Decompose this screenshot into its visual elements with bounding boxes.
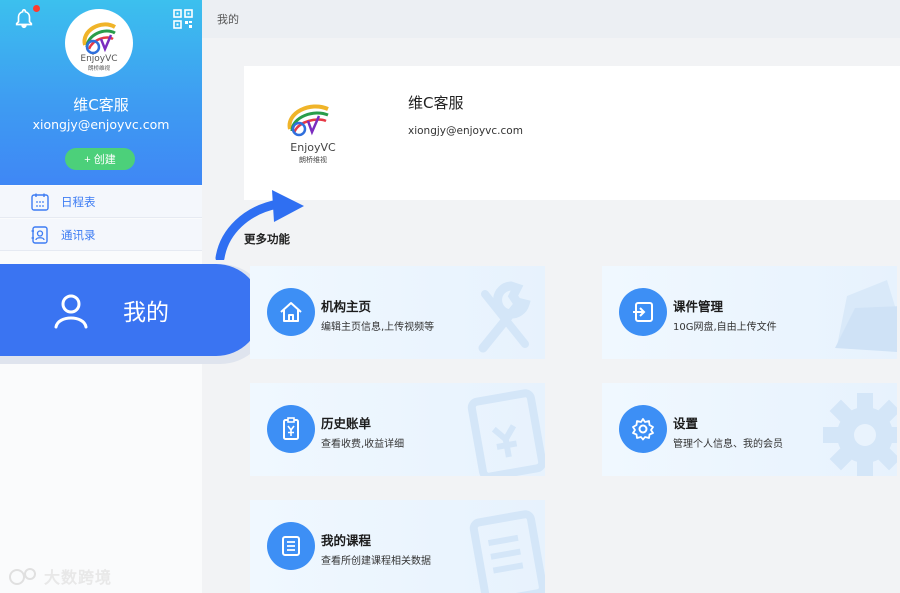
watermark-text: 大数跨境 — [44, 568, 113, 587]
card-subtitle: 查看收费,收益详细 — [321, 439, 405, 450]
logo-subtext: 朗桥维视 — [299, 155, 327, 164]
sidebar-user-name: 维C客服 — [73, 96, 129, 114]
card-subtitle: 编辑主页信息,上传视频等 — [321, 322, 435, 333]
sidebar-item-contacts[interactable]: 通讯录 — [0, 219, 202, 251]
card-title: 历史账单 — [321, 416, 372, 431]
section-title: 更多功能 — [244, 232, 290, 246]
bill-icon — [267, 405, 315, 453]
folder-icon — [835, 280, 897, 352]
tools-icon — [478, 281, 531, 353]
home-icon — [267, 288, 315, 336]
sidebar-header: EnjoyVC 朗桥维视 维C客服 xiongjy@enjoyvc.com + … — [0, 0, 202, 185]
user-icon — [54, 294, 88, 329]
sidebar-item-schedule[interactable]: 日程表 — [0, 186, 202, 218]
calendar-icon — [31, 193, 49, 211]
watermark-logo-icon — [9, 568, 36, 585]
watermark: 大数跨境 — [8, 564, 112, 588]
card-title: 设置 — [673, 416, 699, 431]
card-courseware[interactable]: 课件管理 10G网盘,自由上传文件 — [602, 266, 897, 359]
card-title: 我的课程 — [321, 533, 372, 548]
top-bar — [202, 0, 900, 38]
sidebar-item-mine-active[interactable]: 我的 — [0, 264, 262, 356]
card-title: 机构主页 — [321, 299, 372, 314]
profile-email: xiongjy@enjoyvc.com — [408, 125, 523, 137]
gear-icon — [823, 393, 897, 476]
card-org-home[interactable]: 机构主页 编辑主页信息,上传视频等 — [250, 266, 545, 359]
card-title: 课件管理 — [673, 299, 724, 314]
card-history-bill[interactable]: 历史账单 查看收费,收益详细 — [250, 383, 545, 476]
card-subtitle: 管理个人信息、我的会员 — [673, 439, 783, 450]
notification-dot — [33, 5, 40, 12]
breadcrumb: 我的 — [217, 13, 239, 26]
bell-icon[interactable] — [13, 8, 35, 30]
enjoyvc-logo-icon: EnjoyVC 朗桥维视 — [287, 104, 336, 164]
enjoyvc-logo-icon: EnjoyVC 朗桥维视 — [80, 22, 118, 72]
create-button[interactable]: + 创建 — [65, 148, 135, 170]
gear-icon — [619, 405, 667, 453]
document-icon — [469, 510, 545, 593]
contacts-icon — [31, 225, 48, 244]
profile-name: 维C客服 — [408, 94, 464, 112]
avatar[interactable]: EnjoyVC 朗桥维视 — [65, 9, 133, 77]
sidebar-user-email: xiongjy@enjoyvc.com — [32, 117, 170, 132]
card-settings[interactable]: 设置 管理个人信息、我的会员 — [602, 383, 897, 476]
course-icon — [267, 522, 315, 570]
card-my-courses[interactable]: 我的课程 查看所创建课程相关数据 — [250, 500, 545, 593]
card-subtitle: 查看所创建课程相关数据 — [321, 556, 431, 567]
svg-text:EnjoyVC: EnjoyVC — [80, 54, 117, 64]
svg-text:朗桥维视: 朗桥维视 — [88, 64, 111, 72]
card-subtitle: 10G网盘,自由上传文件 — [673, 322, 777, 333]
arrow-annotation-icon — [215, 190, 304, 260]
qr-code-icon[interactable] — [173, 9, 193, 29]
sidebar-item-label: 日程表 — [61, 194, 96, 209]
logo-text: EnjoyVC — [290, 141, 336, 154]
active-tab-label: 我的 — [123, 300, 169, 326]
sidebar-item-label: 通讯录 — [61, 227, 96, 242]
receipt-icon — [467, 389, 545, 476]
upload-icon — [619, 288, 667, 336]
